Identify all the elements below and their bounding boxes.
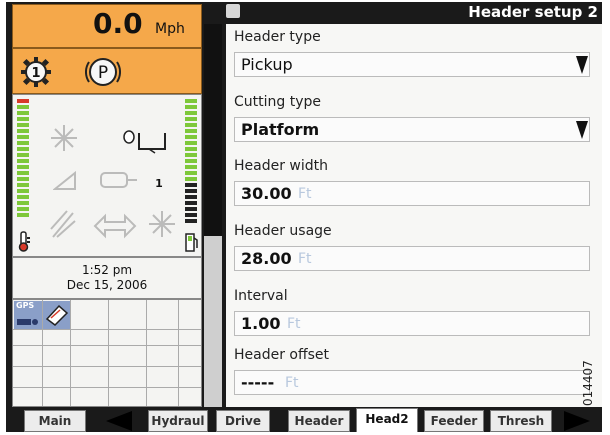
- header-usage-unit: Ft: [298, 251, 312, 267]
- speed-display: 0.0 Mph: [12, 4, 202, 48]
- gps-button[interactable]: GPS: [14, 301, 42, 329]
- header-status-panel: 1: [12, 94, 202, 257]
- speed-unit: Mph: [155, 21, 185, 37]
- notebook-icon: [45, 304, 69, 326]
- cutting-type-value: Platform: [241, 120, 320, 139]
- fuel-icon: [185, 233, 198, 252]
- header-usage-value: 28.00: [241, 249, 292, 268]
- settings-panel: Header type Pickup Cutting type Platform…: [226, 24, 602, 407]
- interval-unit: Ft: [287, 316, 301, 332]
- speed-value: 0.0: [93, 7, 143, 40]
- header-width-unit: Ft: [298, 186, 312, 202]
- tilt-icon: [53, 170, 76, 190]
- tab-feeder[interactable]: Feeder: [424, 410, 484, 432]
- gear-status: 1 P: [12, 48, 202, 94]
- feeder-icon: [100, 172, 137, 188]
- tab-header[interactable]: Header: [288, 410, 350, 432]
- header-position-number: 1: [155, 177, 163, 190]
- tab-bar: Main Hydraul Drive Header Head2 Feeder T…: [6, 407, 602, 432]
- header-width-value: 30.00: [241, 184, 292, 203]
- park-label: P: [98, 63, 108, 83]
- reel-speed-icon: [149, 211, 175, 237]
- page-title: Header setup 2: [468, 3, 598, 21]
- interval-label: Interval: [234, 288, 288, 304]
- tab-thresh[interactable]: Thresh: [490, 410, 552, 432]
- cutting-type-label: Cutting type: [234, 94, 322, 110]
- window-icon: [226, 4, 240, 18]
- temperature-icon: [18, 231, 30, 252]
- scroll-track: [204, 236, 222, 407]
- right-level-bar: [185, 99, 197, 251]
- shortcut-grid: GPS: [12, 299, 202, 407]
- header-offset-label: Header offset: [234, 347, 330, 363]
- cutting-type-select[interactable]: Platform: [234, 117, 590, 142]
- date-text: Dec 15, 2006: [66, 278, 148, 292]
- interval-value: 1.00: [241, 314, 281, 333]
- scroll-indicator[interactable]: [204, 24, 222, 236]
- header-type-select[interactable]: Pickup: [234, 52, 590, 77]
- dropdown-arrow-icon: [576, 121, 588, 139]
- gear-number: 1: [31, 66, 40, 81]
- title-bar: Header setup 2: [226, 2, 602, 24]
- header-offset-value: -----: [241, 373, 275, 392]
- header-width-field[interactable]: 30.00 Ft: [234, 181, 590, 206]
- notes-button[interactable]: [43, 301, 70, 329]
- reel-icon: [51, 125, 77, 151]
- gear-number-icon: 1: [21, 57, 51, 87]
- figure-id-watermark: 014407: [581, 360, 595, 406]
- tab-drive[interactable]: Drive: [216, 410, 270, 432]
- header-type-label: Header type: [234, 29, 321, 45]
- park-brake-icon: P: [85, 58, 121, 86]
- time-text: 1:52 pm: [81, 263, 133, 277]
- header-usage-field[interactable]: 28.00 Ft: [234, 246, 590, 271]
- header-offset-unit: Ft: [285, 375, 299, 391]
- header-width-label: Header width: [234, 158, 329, 174]
- monitor-screen: 0.0 Mph 1 P 1 1:52 pm Dec 15, 2006 GPS H…: [6, 2, 602, 432]
- dropdown-arrow-icon: [576, 56, 588, 74]
- scroll-right-icon[interactable]: [562, 410, 592, 432]
- left-level-bar: [17, 99, 29, 251]
- tab-head2[interactable]: Head2: [356, 408, 418, 432]
- fore-aft-icon: [93, 213, 137, 239]
- header-type-value: Pickup: [241, 55, 293, 74]
- gps-antenna-icon: [17, 319, 38, 325]
- interval-field[interactable]: 1.00 Ft: [234, 311, 590, 336]
- watermark-text: 014407: [581, 360, 595, 406]
- header-lift-icon: [123, 130, 166, 154]
- tab-hydraul[interactable]: Hydraul: [148, 410, 208, 432]
- scroll-left-icon[interactable]: [104, 410, 134, 432]
- header-usage-label: Header usage: [234, 223, 332, 239]
- spray-icon: [50, 210, 76, 238]
- gps-label: GPS: [16, 301, 35, 310]
- clock-panel: 1:52 pm Dec 15, 2006: [12, 257, 202, 299]
- tab-main[interactable]: Main: [24, 410, 86, 432]
- header-offset-field[interactable]: ----- Ft: [234, 370, 590, 395]
